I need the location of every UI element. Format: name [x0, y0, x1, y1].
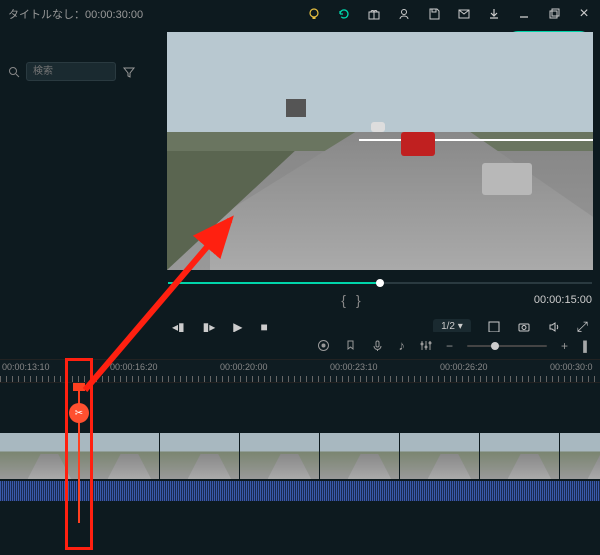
ruler-tick: 00:00:26:20 — [440, 362, 488, 372]
color-icon[interactable] — [317, 339, 330, 352]
ruler-tick: 00:00:30:0 — [550, 362, 593, 372]
clip-thumbnail[interactable] — [560, 433, 600, 479]
preview-timecode: 00:00:15:00 — [534, 294, 592, 306]
mail-icon[interactable] — [456, 6, 472, 22]
minimize-icon[interactable] — [516, 6, 532, 22]
clip-thumbnail[interactable] — [240, 433, 320, 479]
download-icon[interactable] — [486, 6, 502, 22]
timeline-toolbar: ♪ − + ∥ — [0, 332, 600, 359]
preview-scrubber[interactable] — [168, 278, 592, 288]
sidebar — [0, 58, 160, 85]
ruler-tick: 00:00:23:10 — [330, 362, 378, 372]
user-icon[interactable] — [396, 6, 412, 22]
ruler-tick: 00:00:16:20 — [110, 362, 158, 372]
cut-icon[interactable]: ✂ — [69, 403, 89, 423]
refresh-icon[interactable] — [336, 6, 352, 22]
ruler-tick: 00:00:13:10 — [2, 362, 50, 372]
save-icon[interactable] — [426, 6, 442, 22]
mic-icon[interactable] — [371, 339, 384, 352]
timeline-menu-icon[interactable]: ∥ — [582, 339, 588, 353]
marker-icon[interactable] — [344, 339, 357, 352]
audio-track[interactable] — [0, 481, 600, 501]
project-title: タイトルなし：00:00:30:00 — [8, 6, 143, 22]
timeline-playhead[interactable]: ✂ — [78, 383, 80, 523]
title-bar-actions: × — [306, 6, 592, 22]
timeline-ruler[interactable]: 00:00:13:10 00:00:16:20 00:00:20:00 00:0… — [0, 359, 600, 383]
mixer-icon[interactable] — [419, 339, 432, 352]
mark-out-button[interactable]: } — [356, 292, 361, 308]
clip-thumbnail[interactable] — [400, 433, 480, 479]
timeline-tracks[interactable]: ✂ — [0, 383, 600, 523]
clip-thumbnail[interactable] — [0, 433, 80, 479]
close-icon[interactable]: × — [576, 6, 592, 22]
search-input[interactable] — [26, 62, 116, 81]
zoom-in-button[interactable]: + — [561, 339, 568, 353]
zoom-slider[interactable] — [467, 345, 547, 347]
gift-icon[interactable] — [366, 6, 382, 22]
mark-in-button[interactable]: { — [341, 292, 346, 308]
clip-thumbnail[interactable] — [80, 433, 160, 479]
preview-video[interactable] — [167, 32, 593, 270]
clip-thumbnail[interactable] — [320, 433, 400, 479]
clip-thumbnail[interactable] — [480, 433, 560, 479]
video-track[interactable] — [0, 433, 600, 479]
preview-panel: { } 00:00:15:00 ◂▮ ▮▸ ▶ ■ 1/2 ▾ ⤢ — [160, 32, 600, 332]
filter-icon[interactable] — [122, 65, 136, 79]
music-icon[interactable]: ♪ — [398, 338, 405, 353]
bulb-icon[interactable] — [306, 6, 322, 22]
timeline-panel: ♪ − + ∥ 00:00:13:10 00:00:16:20 00:00:20… — [0, 332, 600, 555]
search-icon — [8, 66, 20, 78]
maximize-icon[interactable] — [546, 6, 562, 22]
clip-thumbnail[interactable] — [160, 433, 240, 479]
ruler-tick: 00:00:20:00 — [220, 362, 268, 372]
zoom-out-button[interactable]: − — [446, 339, 453, 353]
title-bar: タイトルなし：00:00:30:00 × — [0, 0, 600, 28]
